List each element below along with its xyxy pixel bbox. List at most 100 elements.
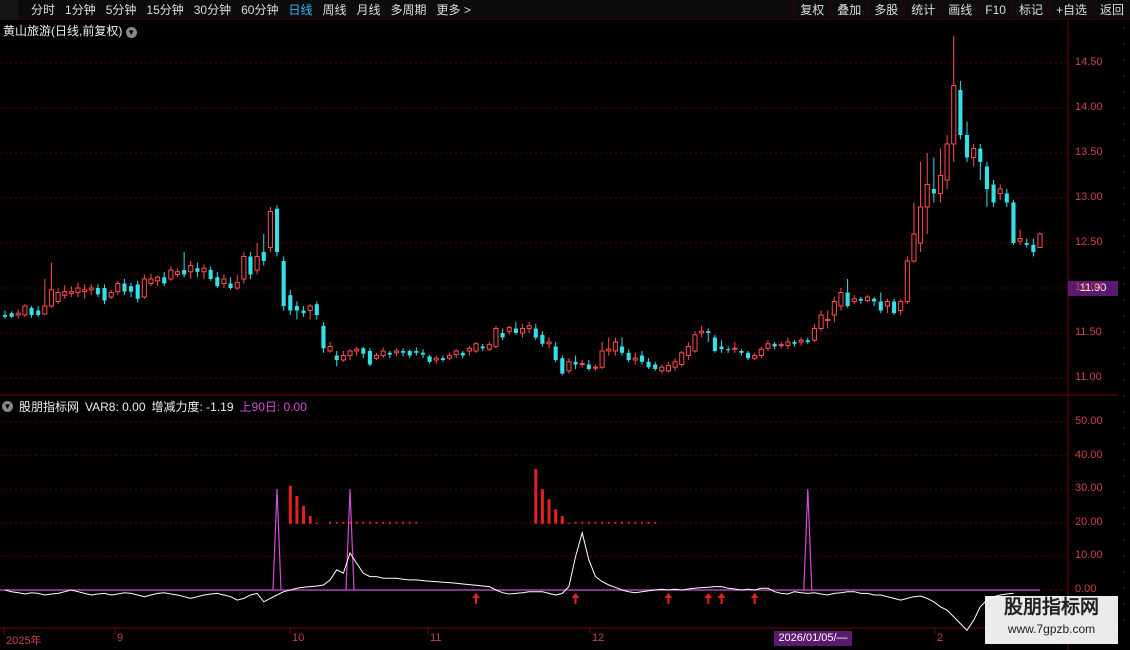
tab-period-more[interactable]: 更多 > xyxy=(432,0,476,20)
candle-body-up xyxy=(898,301,904,311)
strip-mark: · xyxy=(1122,214,1126,226)
indicator-red-dot xyxy=(342,521,345,524)
tab-period-8[interactable]: 月线 xyxy=(352,0,386,20)
tab-period-6[interactable]: 日线 xyxy=(283,0,317,20)
tab-period-0[interactable]: 分时 xyxy=(26,0,60,20)
buy-arrow-icon xyxy=(704,593,713,604)
candle-body-up xyxy=(174,271,181,276)
candle-body-up xyxy=(373,355,380,359)
tab-period-2[interactable]: 5分钟 xyxy=(101,0,142,20)
candle-body-down xyxy=(294,306,299,311)
indicator-spike xyxy=(803,489,813,591)
strip-mark: · xyxy=(1122,54,1126,66)
price-tick-label: 11.00 xyxy=(1075,371,1102,383)
candle-body-down xyxy=(208,270,213,279)
candle-body-up xyxy=(88,287,94,291)
candle-body-up xyxy=(997,188,1003,194)
tool-button-draw[interactable]: 画线 xyxy=(941,0,978,20)
strip-mark: · xyxy=(1122,198,1126,210)
candle-body-down xyxy=(619,346,625,353)
candle-body-up xyxy=(811,328,817,341)
candle-body-down xyxy=(653,364,658,369)
right-scroll-strip[interactable]: · · · · · · · · · · · · · · · · · · · · · · · · · · · · · · · · · · · · · · xyxy=(1118,20,1130,650)
strip-mark: · xyxy=(1122,598,1126,610)
strip-mark: · xyxy=(1122,502,1126,514)
price-tick-label: 12.50 xyxy=(1075,236,1103,248)
price-tick-label: 14.50 xyxy=(1075,56,1103,68)
candle-body-down xyxy=(1024,243,1029,245)
candle-body-up xyxy=(599,350,605,368)
tool-button-fuquan[interactable]: 复权 xyxy=(793,0,830,20)
candle-body-up xyxy=(307,305,313,311)
tool-button-stats[interactable]: 统计 xyxy=(904,0,941,20)
strip-mark: · xyxy=(1122,22,1126,34)
candle-body-down xyxy=(407,351,412,356)
candle-body-down xyxy=(931,189,936,194)
tab-period-1[interactable]: 1分钟 xyxy=(60,0,101,20)
tab-period-9[interactable]: 多周期 xyxy=(386,0,432,20)
candle-body-down xyxy=(964,135,970,158)
candle-body-down xyxy=(228,283,233,288)
candle-body-down xyxy=(858,298,863,301)
candle-body-down xyxy=(314,304,319,315)
indicator-red-bar xyxy=(567,522,571,524)
tool-button-f10[interactable]: F10 xyxy=(978,0,1012,20)
candle-body-down xyxy=(401,351,406,353)
candle-body-up xyxy=(82,289,88,293)
candle-body-down xyxy=(984,166,989,189)
candle-body-down xyxy=(414,351,419,353)
chart-area[interactable] xyxy=(0,20,1118,650)
strip-mark: · xyxy=(1122,374,1126,386)
indicator-red-dot xyxy=(415,521,418,524)
buy-arrow-icon xyxy=(717,593,726,604)
candle-body-down xyxy=(288,295,293,311)
strip-mark: · xyxy=(1122,470,1126,482)
indicator-name: 股朋指标网 xyxy=(19,400,80,414)
indicator-red-bar xyxy=(554,509,558,524)
candle-body-down xyxy=(95,288,100,295)
indicator-red-bar xyxy=(302,506,306,524)
candle-body-up xyxy=(679,352,685,365)
candle-body-up xyxy=(612,341,618,352)
candle-body-down xyxy=(129,286,134,292)
watermark-url: www.7gpzb.com xyxy=(1007,622,1096,636)
watermark-title: 股朋指标网 xyxy=(1003,597,1099,618)
candle-body-up xyxy=(493,328,499,347)
candle-body-up xyxy=(254,256,260,271)
strip-mark: · xyxy=(1122,310,1126,322)
chevron-down-icon[interactable]: ▼ xyxy=(125,27,137,38)
candle-body-up xyxy=(168,269,174,280)
candle-body-up xyxy=(944,143,950,181)
tool-button-back[interactable]: 返回 xyxy=(1092,0,1130,20)
candle-body-up xyxy=(62,291,68,296)
candle-body-up xyxy=(825,319,831,321)
tool-button-multi[interactable]: 多股 xyxy=(867,0,904,20)
candle-body-up xyxy=(347,350,353,356)
candle-body-up xyxy=(951,85,957,145)
strip-mark: · xyxy=(1122,422,1126,434)
tab-period-4[interactable]: 30分钟 xyxy=(189,0,236,20)
candle-body-up xyxy=(55,292,61,302)
tab-period-3[interactable]: 15分钟 xyxy=(141,0,188,20)
indicator-red-dot xyxy=(587,521,590,524)
tab-period-5[interactable]: 60分钟 xyxy=(236,0,283,20)
tool-button-mark[interactable]: 标记 xyxy=(1011,0,1049,20)
tool-button-overlay[interactable]: 叠加 xyxy=(830,0,867,20)
tool-button-add-watchlist[interactable]: +自选 xyxy=(1048,0,1093,20)
candle-body-up xyxy=(758,348,764,357)
date-tick-label: 9 xyxy=(117,632,124,644)
indicator-tick-label: 30.00 xyxy=(1075,482,1103,495)
candle-body-up xyxy=(221,278,227,284)
candle-body-up xyxy=(924,184,930,208)
indicator-red-bar xyxy=(547,499,551,524)
indicator-var8: VAR8: 0.00 xyxy=(85,399,146,414)
candle-body-down xyxy=(367,351,372,365)
chevron-down-icon[interactable]: ▼ xyxy=(2,401,13,412)
candle-body-up xyxy=(692,334,698,352)
candle-body-up xyxy=(48,289,54,307)
candle-body-up xyxy=(486,344,492,350)
tab-period-7[interactable]: 周线 xyxy=(317,0,351,20)
indicator-header: ▼ 股朋指标网 VAR8: 0.00 增减力度: -1.19 上90日: 0.0… xyxy=(2,398,307,415)
toolbar-left-strip xyxy=(0,0,18,20)
indicator-red-dot xyxy=(349,521,351,524)
